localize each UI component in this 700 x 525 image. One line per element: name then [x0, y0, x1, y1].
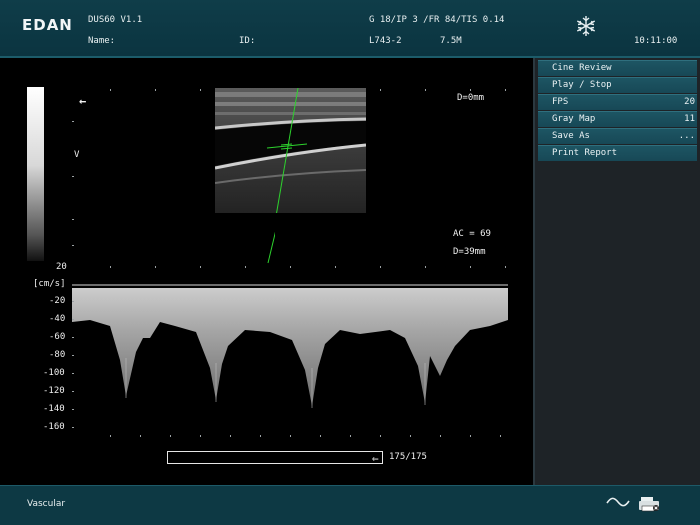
scale-label-20: 20 [56, 262, 67, 272]
printer-icon[interactable] [638, 496, 662, 512]
menu-play-stop[interactable]: Play / Stop [538, 77, 697, 93]
menu-value: 11 [684, 114, 695, 124]
menu-cine-review[interactable]: Cine Review [538, 60, 697, 76]
scale-label-minus140: -140 [43, 404, 65, 414]
menu-gray-map[interactable]: Gray Map 11 [538, 111, 697, 127]
scale-label-minus40: -40 [49, 314, 66, 324]
application-label: Vascular [27, 499, 66, 509]
scale-label-minus100: -100 [43, 368, 65, 378]
menu-label: FPS [552, 97, 569, 107]
velocity-unit: [cm/s] [33, 279, 66, 289]
menu-label: Play / Stop [552, 80, 612, 90]
menu-fps[interactable]: FPS 20 [538, 94, 697, 110]
menu-print-report[interactable]: Print Report [538, 145, 697, 161]
angle-correction-label: AC = 69 [453, 229, 491, 239]
snowflake-icon[interactable] [575, 15, 597, 37]
b-mode-image [215, 88, 366, 213]
menu-label: Save As [552, 131, 590, 141]
depth-top-label: D=0mm [457, 93, 485, 103]
scale-label-minus160: -160 [43, 422, 65, 432]
menu-label: Cine Review [552, 63, 612, 73]
footer-bar [0, 486, 700, 525]
gate-depth-label: D=39mm [453, 247, 486, 257]
menu-save-as[interactable]: Save As ... [538, 128, 697, 144]
menu-value: 20 [684, 97, 695, 107]
scroll-handle-arrow[interactable]: ⇐ [372, 452, 379, 465]
cine-menu: Cine Review Play / Stop FPS 20 Gray Map … [538, 60, 697, 162]
menu-label: Gray Map [552, 114, 596, 124]
spectrum-graphic [72, 284, 508, 437]
scale-label-minus80: -80 [49, 350, 66, 360]
doppler-cursor-line [267, 231, 275, 264]
frame-counter: 175/175 [389, 452, 427, 462]
scale-label-minus120: -120 [43, 386, 65, 396]
clock: 10:11:00 [634, 36, 678, 46]
scale-label-minus60: -60 [49, 332, 66, 342]
menu-label: Print Report [552, 148, 618, 158]
scale-label-minus20: -20 [49, 296, 66, 306]
cine-scrollbar[interactable] [167, 451, 383, 464]
menu-value: ... [678, 131, 695, 141]
doppler-spectrum: [cm/s] 20 -20 -40 -60 -80 -100 -120 -140… [0, 262, 535, 446]
waveform-icon[interactable] [606, 496, 630, 508]
